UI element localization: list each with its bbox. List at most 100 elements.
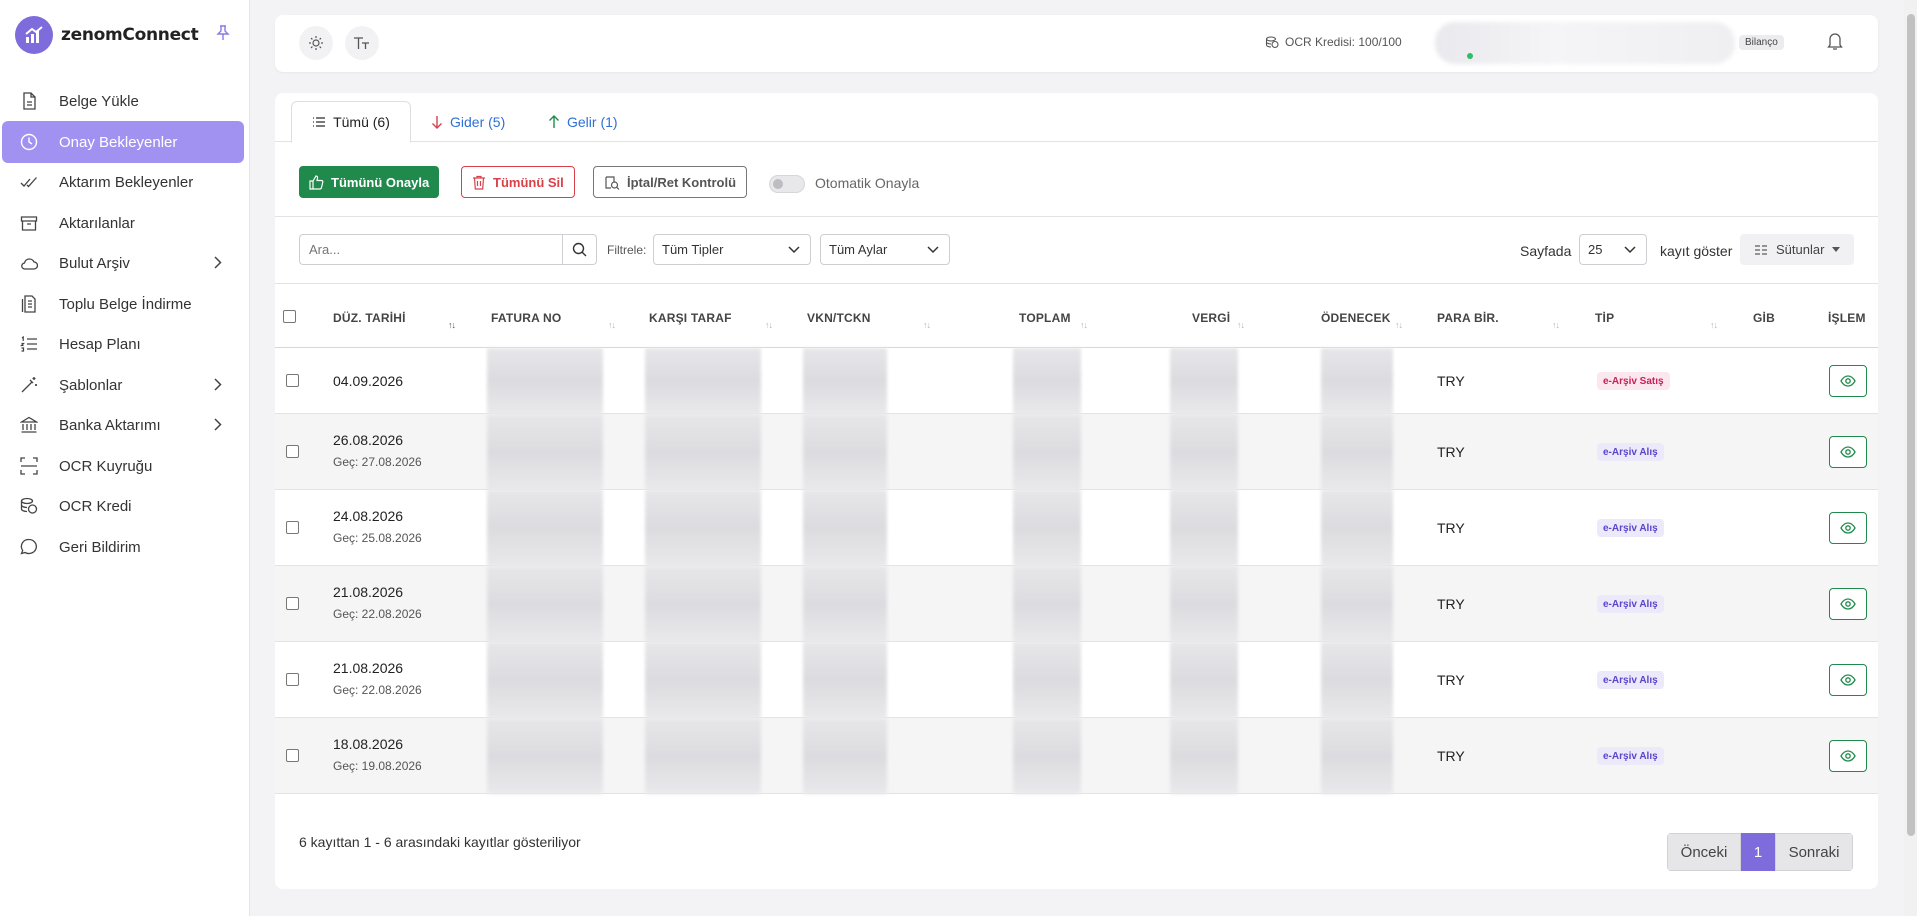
tab-all[interactable]: Tümü (6) [291, 101, 411, 143]
sidebar-item-banka-aktarımı[interactable]: Banka Aktarımı [2, 404, 244, 446]
col-header-vkn[interactable]: VKN/TCKN [807, 311, 871, 325]
row-checkbox[interactable] [286, 521, 299, 534]
sidebar-item-aktarılanlar[interactable]: Aktarılanlar [2, 202, 244, 244]
view-button[interactable] [1829, 740, 1867, 772]
sort-icon[interactable]: ↑↓ [1710, 320, 1718, 330]
redacted-cell [1321, 566, 1393, 642]
search-input[interactable] [299, 234, 563, 265]
redacted-cell [487, 566, 603, 642]
redacted-cell [1013, 414, 1081, 490]
row-checkbox[interactable] [286, 597, 299, 610]
delete-all-button[interactable]: Tümünü Sil [461, 166, 575, 198]
redacted-cell [1013, 490, 1081, 566]
col-header-date[interactable]: DÜZ. TARİHİ [333, 311, 406, 325]
tab-expense-label: Gider (5) [450, 113, 506, 130]
next-page-button[interactable]: Sonraki [1775, 833, 1853, 871]
approve-all-button[interactable]: Tümünü Onayla [299, 166, 440, 198]
user-info-redacted[interactable] [1435, 22, 1735, 64]
sort-icon[interactable]: ↑↓ [765, 320, 773, 330]
month-select-value: Tüm Aylar [829, 242, 888, 257]
type-badge: e-Arşiv Alış [1597, 595, 1664, 613]
sort-icon[interactable]: ↑↓ [1395, 320, 1403, 330]
redacted-cell [803, 642, 887, 718]
sidebar-item-onay-bekleyenler[interactable]: Onay Bekleyenler [2, 121, 244, 163]
cancel-reject-check-button[interactable]: İptal/Ret Kontrolü [593, 166, 748, 198]
chevron-right-icon [214, 256, 222, 269]
sidebar-item-aktarım-bekleyenler[interactable]: Aktarım Bekleyenler [2, 161, 244, 203]
row-checkbox[interactable] [286, 374, 299, 387]
tab-all-label: Tümü (6) [333, 114, 390, 130]
col-header-currency[interactable]: PARA BİR. [1437, 311, 1499, 325]
sidebar-item-ocr-kuyruğu[interactable]: OCR Kuyruğu [2, 445, 244, 487]
invoice-date: 04.09.2026 [333, 373, 404, 389]
col-header-counterparty[interactable]: KARŞI TARAF [649, 311, 732, 325]
sort-icon[interactable]: ↑↓ [1552, 320, 1560, 330]
arrow-up-icon [549, 114, 559, 128]
sort-icon[interactable]: ↑↓ [608, 320, 616, 330]
scrollbar-thumb[interactable] [1907, 14, 1915, 836]
col-header-type[interactable]: TİP [1595, 311, 1614, 325]
sort-icon[interactable]: ↑↓ [923, 320, 931, 330]
table-row[interactable]: 18.08.2026 Geç: 19.08.2026 TRY e-Arşiv Alış [275, 718, 1878, 794]
per-page-select[interactable]: 25 [1579, 234, 1647, 265]
table-row[interactable]: 04.09.2026 TRY e-Arşiv Satış [275, 348, 1878, 414]
view-button[interactable] [1829, 436, 1867, 468]
sidebar-item-ocr-kredi[interactable]: OCR Kredi [2, 485, 244, 527]
redacted-cell [645, 490, 761, 566]
thumbs-up-icon [309, 174, 324, 190]
tab-income[interactable]: Gelir (1) [548, 101, 618, 142]
currency-cell: TRY [1437, 520, 1465, 536]
page-button-1[interactable]: 1 [1741, 833, 1775, 871]
brand[interactable]: zenomConnect [15, 15, 199, 55]
page-scrollbar[interactable] [1904, 0, 1917, 916]
row-checkbox[interactable] [286, 673, 299, 686]
files-icon [21, 295, 36, 313]
view-button[interactable] [1829, 365, 1867, 397]
type-select[interactable]: Tüm Tipler [653, 234, 811, 265]
col-header-invoice-no[interactable]: FATURA NO [491, 311, 561, 325]
font-size-button[interactable] [345, 26, 379, 60]
auto-approve-toggle[interactable] [769, 175, 805, 193]
invoice-date: 18.08.2026 [333, 736, 404, 752]
table-row[interactable]: 24.08.2026 Geç: 25.08.2026 TRY e-Arşiv Alış [275, 490, 1878, 566]
chevron-down-icon [788, 246, 800, 254]
view-button[interactable] [1829, 664, 1867, 696]
col-header-tax[interactable]: VERGİ [1192, 311, 1230, 325]
chevron-down-icon [927, 246, 939, 254]
redacted-cell [1013, 348, 1081, 414]
sort-icon[interactable]: ↑↓ [448, 320, 456, 330]
redacted-cell [645, 718, 761, 794]
month-select[interactable]: Tüm Aylar [820, 234, 950, 265]
table-row[interactable]: 26.08.2026 Geç: 27.08.2026 TRY e-Arşiv Alış [275, 414, 1878, 490]
main-card: Tümü (6) Gider (5) Gelir (1) Tümünü Onay… [275, 93, 1878, 889]
columns-button[interactable]: Sütunlar [1740, 234, 1854, 265]
sidebar-item-hesap-planı[interactable]: Hesap Planı [2, 323, 244, 365]
sort-icon[interactable]: ↑↓ [1237, 320, 1245, 330]
redacted-cell [803, 490, 887, 566]
row-checkbox[interactable] [286, 445, 299, 458]
previous-page-button[interactable]: Önceki [1667, 833, 1741, 871]
view-button[interactable] [1829, 512, 1867, 544]
table-row[interactable]: 21.08.2026 Geç: 22.08.2026 TRY e-Arşiv Alış [275, 566, 1878, 642]
sidebar-item-geri-bildirim[interactable]: Geri Bildirim [2, 526, 244, 568]
pin-icon[interactable] [216, 25, 230, 44]
row-checkbox[interactable] [286, 749, 299, 762]
col-header-payable[interactable]: ÖDENECEK [1321, 311, 1391, 325]
currency-cell: TRY [1437, 672, 1465, 688]
tab-expense[interactable]: Gider (5) [431, 101, 505, 142]
view-button[interactable] [1829, 588, 1867, 620]
sidebar-item-belge-yükle[interactable]: Belge Yükle [2, 80, 244, 122]
notification-bell-icon[interactable] [1826, 31, 1844, 54]
col-header-total[interactable]: TOPLAM [1019, 311, 1071, 325]
select-all-checkbox[interactable] [283, 310, 296, 323]
search-button[interactable] [562, 234, 597, 265]
sort-icon[interactable]: ↑↓ [1080, 320, 1088, 330]
theme-toggle-button[interactable] [299, 26, 333, 60]
sidebar-item-toplu-belge-i-ndirme[interactable]: Toplu Belge İndirme [2, 283, 244, 325]
table-row[interactable]: 21.08.2026 Geç: 22.08.2026 TRY e-Arşiv Alış [275, 642, 1878, 718]
sidebar-item-bulut-arşiv[interactable]: Bulut Arşiv [2, 242, 244, 284]
eye-icon [1840, 598, 1856, 610]
late-date: Geç: 22.08.2026 [333, 607, 422, 621]
late-date: Geç: 19.08.2026 [333, 759, 422, 773]
sidebar-item-şablonlar[interactable]: Şablonlar [2, 364, 244, 406]
